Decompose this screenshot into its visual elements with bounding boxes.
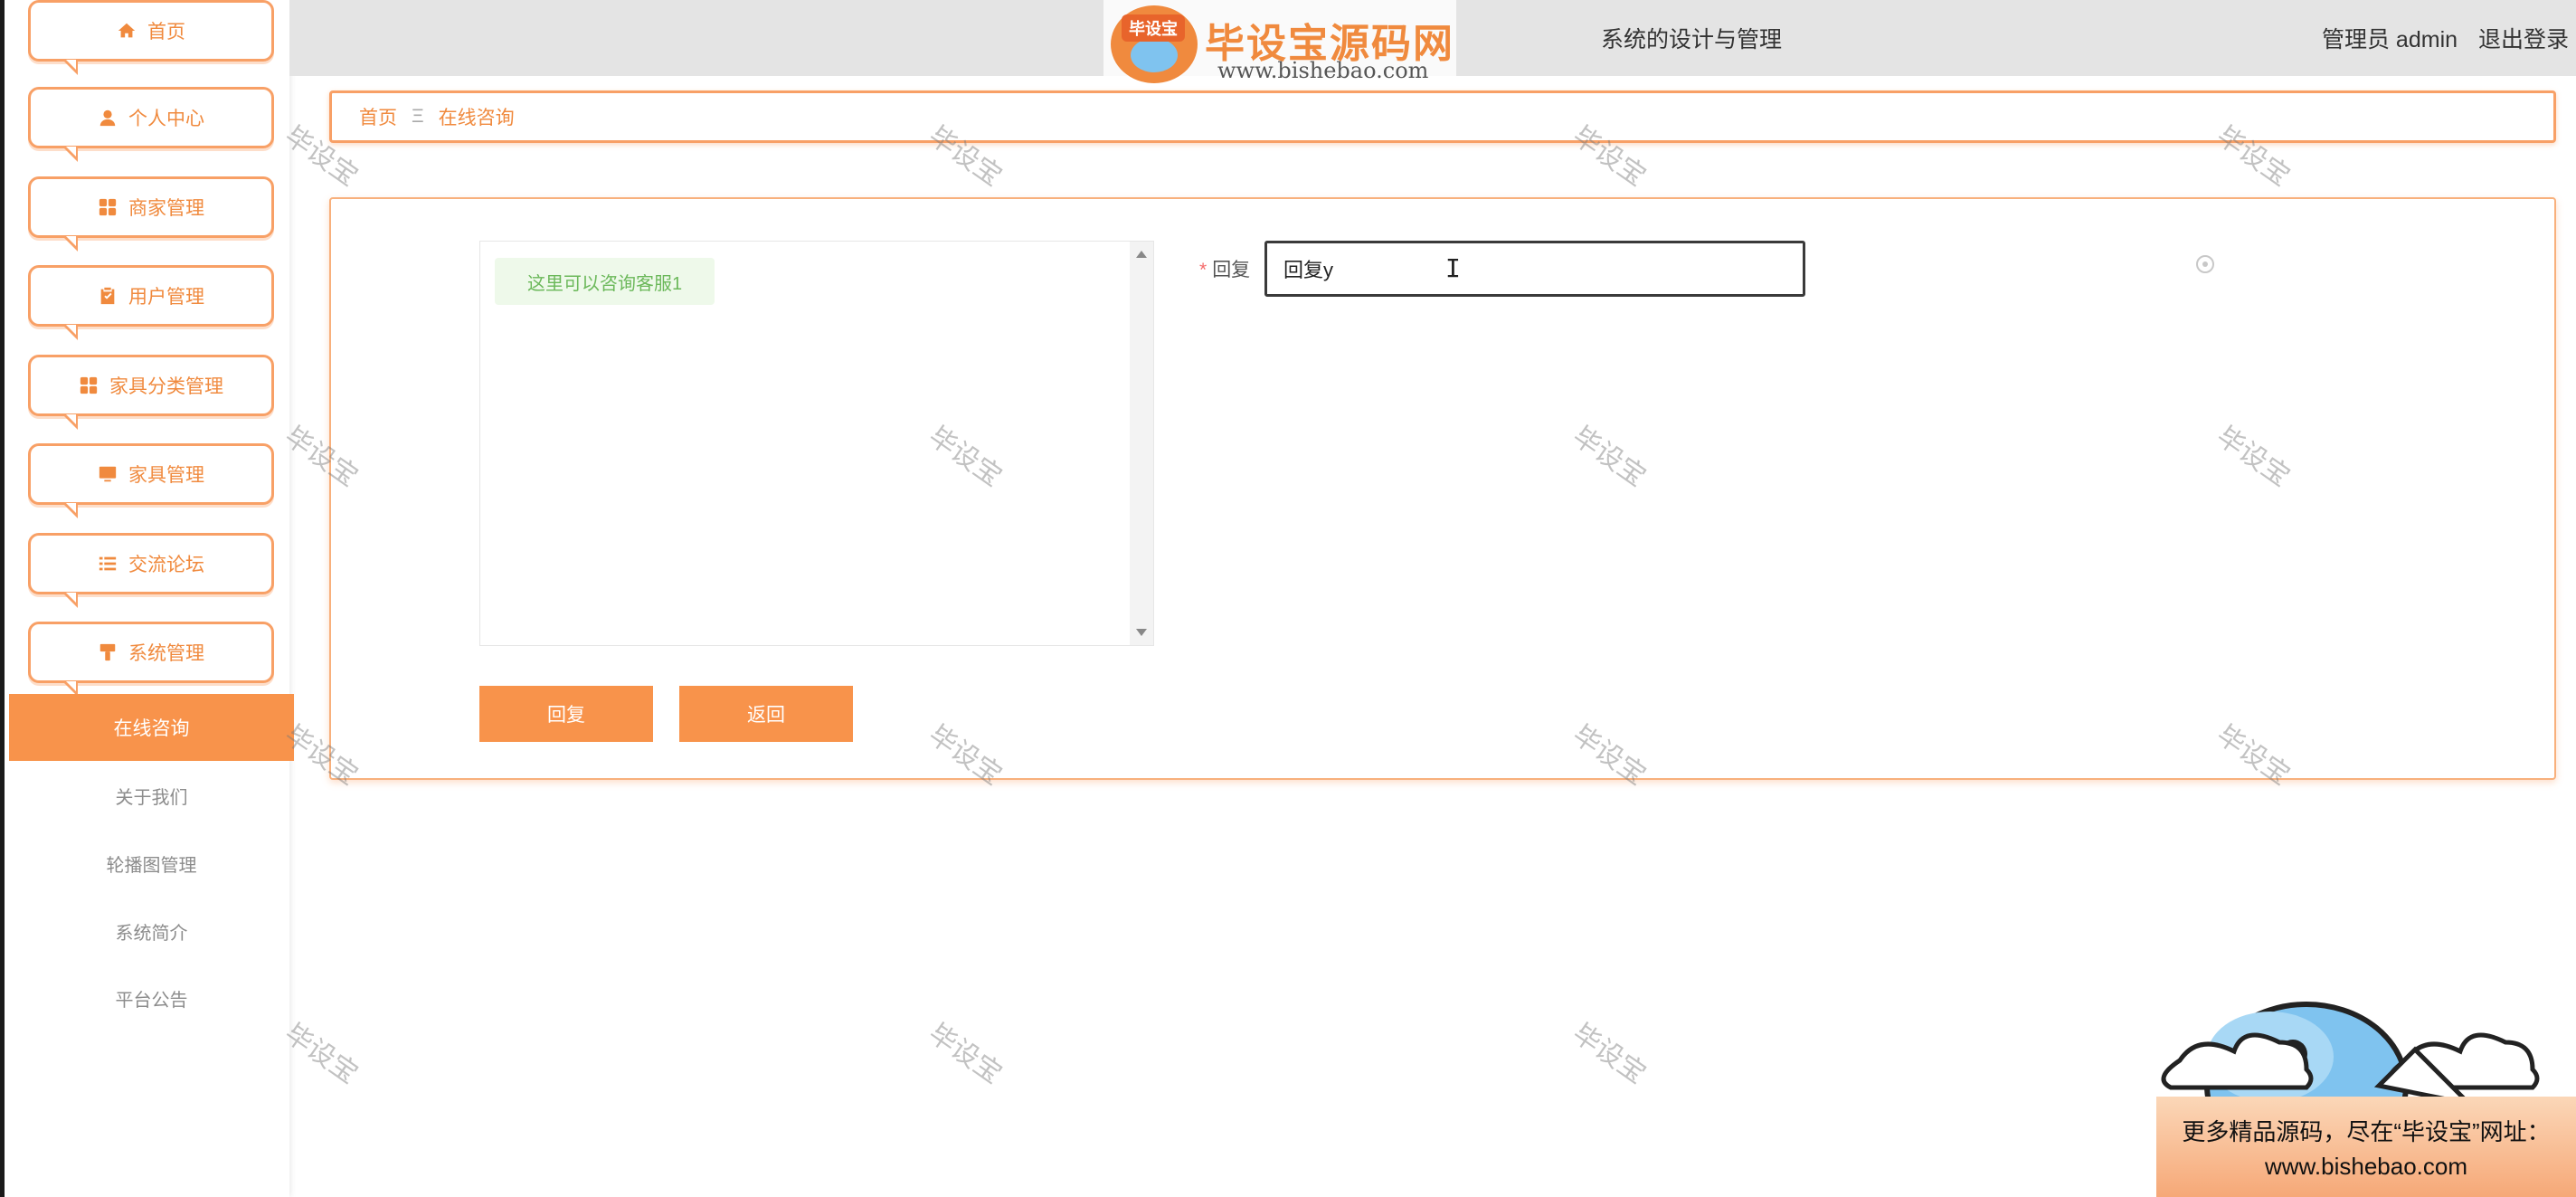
watermark-text: 毕设宝 (1567, 1018, 1652, 1090)
user-area: 管理员 admin 退出登录 (2307, 22, 2569, 54)
text-cursor-icon: I (1445, 253, 1461, 283)
chat-scrollbar[interactable] (1130, 242, 1153, 645)
promo-line-1: 更多精品源码，尽在“毕设宝”网址： (2182, 1118, 2551, 1145)
sidebar-item-home[interactable]: 首页 (28, 0, 274, 75)
sidebar-item-forum[interactable]: 交流论坛 (28, 533, 274, 608)
grid-icon (98, 197, 118, 217)
scroll-down-icon[interactable] (1136, 629, 1147, 636)
sidebar-item-label: 家具管理 (128, 465, 204, 486)
sidebar-item-label: 系统管理 (128, 643, 204, 664)
sidebar-subitem-label: 平台公告 (115, 990, 188, 1011)
reply-label-text: 回复 (1212, 260, 1251, 280)
brush-icon (98, 642, 118, 662)
reply-button[interactable]: 回复 (479, 686, 653, 742)
consult-card: 这里可以咨询客服1 *回复 I 回复 返回 (329, 197, 2556, 780)
sidebar-item-label: 首页 (147, 22, 185, 43)
sidebar-item-label: 家具分类管理 (109, 376, 223, 397)
sidebar-subitem-label: 轮播图管理 (106, 855, 197, 876)
sidebar-subitem-intro[interactable]: 系统简介 (9, 904, 294, 958)
chat-message: 这里可以咨询客服1 (495, 258, 715, 305)
sidebar-item-profile[interactable]: 个人中心 (28, 87, 274, 162)
sidebar-item-label: 个人中心 (128, 109, 204, 129)
list-icon (98, 554, 118, 574)
watermark-text: 毕设宝 (923, 1018, 1008, 1090)
sidebar-item-merchants[interactable]: 商家管理 (28, 176, 274, 252)
grid-icon (79, 375, 99, 395)
home-icon (117, 21, 137, 41)
breadcrumb-current: 在线咨询 (438, 108, 515, 128)
user-icon (98, 108, 118, 128)
required-mark: * (1199, 260, 1208, 280)
logout-link[interactable]: 退出登录 (2478, 27, 2569, 52)
sidebar-subitem-label: 关于我们 (115, 787, 188, 808)
monitor-icon (98, 464, 118, 484)
breadcrumb-home-link[interactable]: 首页 (359, 103, 397, 130)
sidebar-item-system[interactable]: 系统管理 (28, 622, 274, 697)
sidebar-subitem-about[interactable]: 关于我们 (9, 768, 294, 822)
back-button[interactable]: 返回 (679, 686, 853, 742)
sidebar-item-label: 用户管理 (128, 287, 204, 308)
system-title: 系统的设计与管理 (1601, 27, 1783, 52)
watermark-logo: 毕设宝 毕设宝源码网 www.bishebao.com (1103, 0, 1456, 90)
reply-field-label: * 回复 (1199, 255, 1250, 282)
sidebar-subitem-announcement[interactable]: 平台公告 (9, 971, 294, 1025)
sidebar-item-furniture-category[interactable]: 家具分类管理 (28, 355, 274, 430)
sidebar-subitem-carousel[interactable]: 轮播图管理 (9, 836, 294, 890)
logo-url: www.bishebao.com (1217, 58, 1429, 83)
clear-icon[interactable] (2196, 255, 2214, 273)
sidebar: 首页 个人中心 商家管理 用户管理 家具分类管理 家具管理 交流论坛 系统管理 … (0, 0, 294, 1197)
promo-line-2: www.bishebao.com (2265, 1153, 2467, 1180)
sidebar-subitem-online-consult[interactable]: 在线咨询 (9, 694, 294, 761)
sidebar-item-users[interactable]: 用户管理 (28, 265, 274, 340)
user-label: 管理员 admin (2321, 27, 2458, 52)
sidebar-item-label: 商家管理 (128, 198, 204, 219)
breadcrumb: 首页 Ξ 在线咨询 (329, 90, 2556, 143)
clipboard-icon (98, 286, 118, 306)
sidebar-subitem-label: 在线咨询 (113, 718, 190, 739)
sidebar-subitem-label: 系统简介 (115, 923, 188, 944)
logo-badge: 毕设宝 (1122, 14, 1185, 42)
breadcrumb-separator-icon: Ξ (412, 106, 424, 127)
sidebar-item-label: 交流论坛 (128, 555, 204, 575)
chat-history-box[interactable]: 这里可以咨询客服1 (479, 241, 1154, 646)
sidebar-item-furniture[interactable]: 家具管理 (28, 443, 274, 518)
reply-input[interactable] (1264, 241, 1805, 297)
scroll-up-icon[interactable] (1136, 251, 1147, 258)
promo-banner[interactable]: 更多精品源码，尽在“毕设宝”网址： www.bishebao.com (2156, 1097, 2576, 1197)
